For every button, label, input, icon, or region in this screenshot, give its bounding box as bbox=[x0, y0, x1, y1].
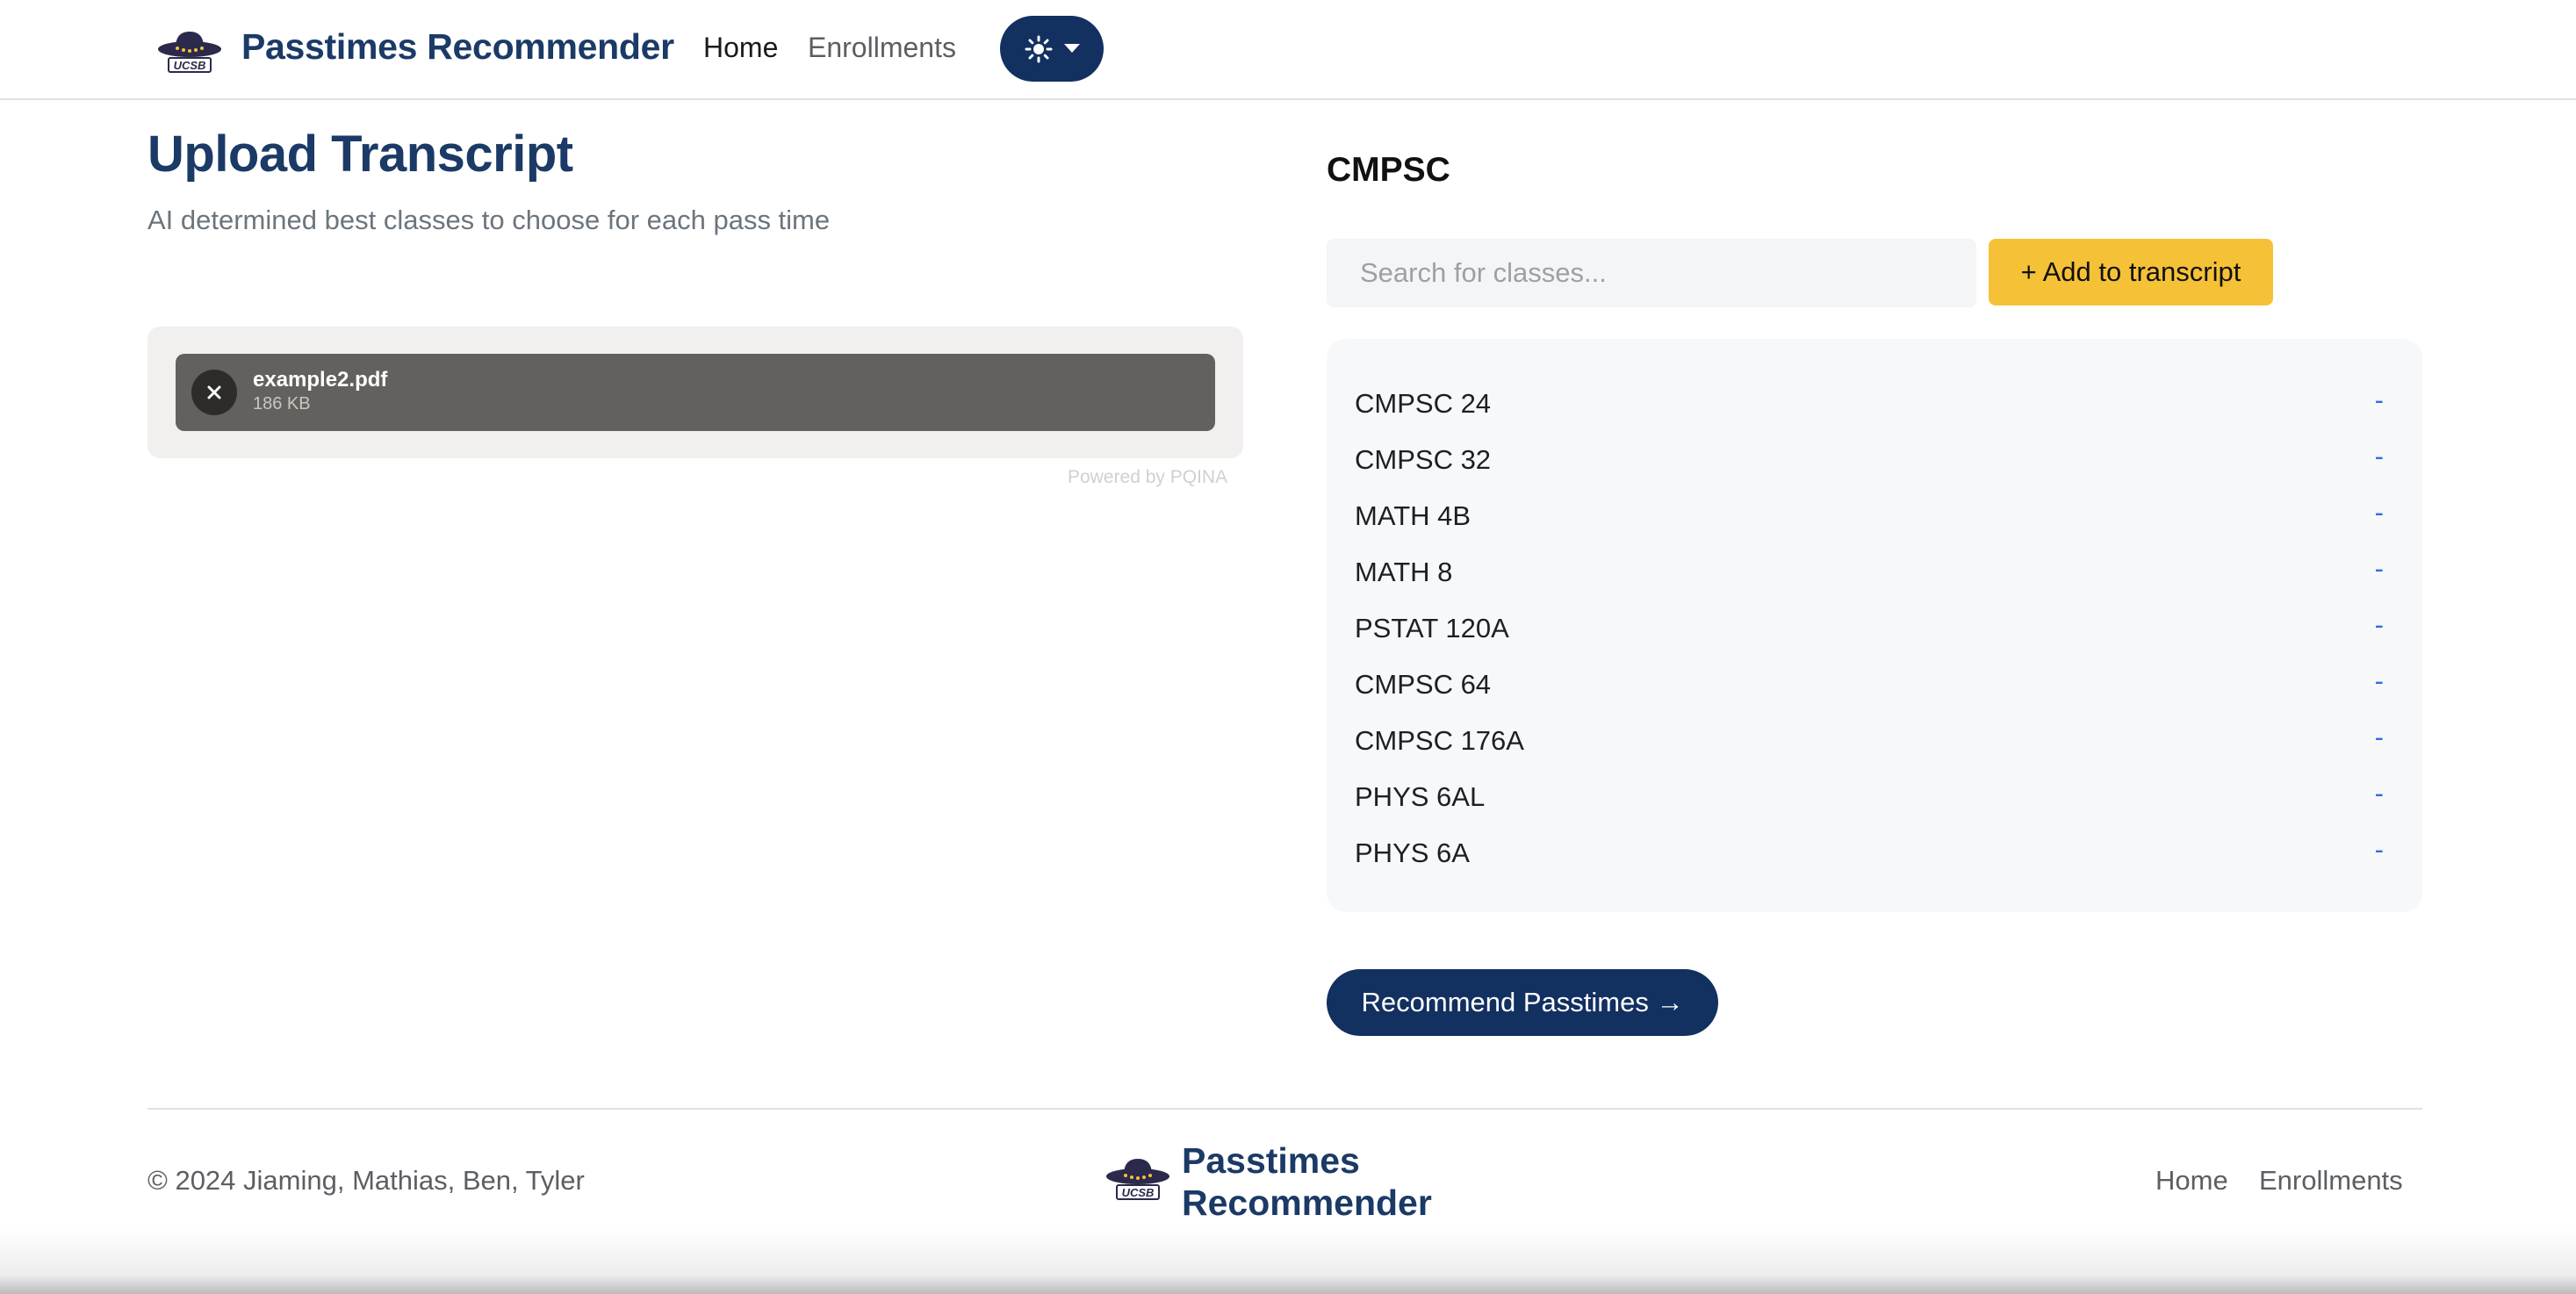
remove-class-button[interactable]: - bbox=[2371, 441, 2387, 472]
footer-brand-line2: Recommender bbox=[1182, 1183, 1432, 1223]
ucsb-hat-logo-icon[interactable]: UCSB bbox=[156, 28, 223, 75]
add-to-transcript-button[interactable]: + Add to transcript bbox=[1989, 239, 2273, 306]
footer-brand-line1: Passtimes bbox=[1182, 1140, 1360, 1181]
list-item: PHYS 6AL - bbox=[1355, 771, 2400, 823]
list-item: MATH 4B - bbox=[1355, 490, 2400, 543]
window-bottom-shadow bbox=[0, 1229, 2576, 1294]
class-list: CMPSC 24 - CMPSC 32 - MATH 4B - MATH 8 -… bbox=[1327, 339, 2422, 912]
footer-home-link[interactable]: Home bbox=[2155, 1165, 2228, 1197]
department-title: CMPSC bbox=[1327, 151, 1450, 189]
remove-class-button[interactable]: - bbox=[2371, 609, 2387, 641]
close-icon bbox=[207, 385, 221, 399]
class-name: CMPSC 32 bbox=[1355, 444, 1492, 475]
chevron-down-icon bbox=[1064, 44, 1080, 53]
nav-home-link[interactable]: Home bbox=[703, 32, 778, 64]
class-name: PHYS 6AL bbox=[1355, 781, 1486, 812]
footer-brand[interactable]: Passtimes Recommender bbox=[1182, 1139, 1463, 1224]
navbar: UCSB Passtimes Recommender Home Enrollme… bbox=[0, 0, 2576, 100]
footer-enrollments-link[interactable]: Enrollments bbox=[2259, 1165, 2403, 1197]
remove-class-button[interactable]: - bbox=[2371, 665, 2387, 697]
remove-class-button[interactable]: - bbox=[2371, 553, 2387, 585]
class-name: CMPSC 176A bbox=[1355, 725, 1524, 756]
class-name: PSTAT 120A bbox=[1355, 613, 1509, 643]
file-upload-dropzone[interactable]: example2.pdf 186 KB bbox=[148, 327, 1243, 458]
list-item: CMPSC 24 - bbox=[1355, 377, 2400, 430]
page-subtitle: AI determined best classes to choose for… bbox=[148, 205, 831, 235]
list-item: PSTAT 120A - bbox=[1355, 602, 2400, 655]
file-size: 186 KB bbox=[253, 394, 311, 413]
recommend-passtimes-button[interactable]: Recommend Passtimes → bbox=[1327, 969, 1718, 1036]
theme-toggle-button[interactable] bbox=[1000, 16, 1104, 82]
class-name: MATH 8 bbox=[1355, 557, 1453, 587]
footer-copyright: © 2024 Jiaming, Mathias, Ben, Tyler bbox=[148, 1165, 585, 1196]
list-item: CMPSC 64 - bbox=[1355, 658, 2400, 711]
class-name: CMPSC 64 bbox=[1355, 669, 1492, 700]
brand-name[interactable]: Passtimes Recommender bbox=[241, 26, 674, 68]
list-item: CMPSC 32 - bbox=[1355, 434, 2400, 486]
remove-class-button[interactable]: - bbox=[2371, 722, 2387, 753]
uploaded-file-item: example2.pdf 186 KB bbox=[176, 354, 1215, 431]
remove-class-button[interactable]: - bbox=[2371, 778, 2387, 809]
class-search-input[interactable] bbox=[1327, 239, 1976, 307]
svg-text:UCSB: UCSB bbox=[174, 59, 206, 72]
remove-file-button[interactable] bbox=[191, 370, 237, 415]
remove-class-button[interactable]: - bbox=[2371, 834, 2387, 866]
list-item: PHYS 6A - bbox=[1355, 827, 2400, 880]
nav-enrollments-link[interactable]: Enrollments bbox=[808, 32, 956, 64]
class-name: MATH 4B bbox=[1355, 500, 1471, 531]
page-title: Upload Transcript bbox=[148, 126, 573, 183]
ucsb-hat-logo-icon[interactable]: UCSB bbox=[1105, 1155, 1171, 1203]
powered-by-link[interactable]: Powered by PQINA bbox=[1068, 467, 1227, 488]
class-name: CMPSC 24 bbox=[1355, 388, 1492, 419]
sun-icon bbox=[1025, 35, 1053, 63]
class-name: PHYS 6A bbox=[1355, 838, 1470, 868]
footer-divider bbox=[148, 1108, 2422, 1110]
file-name: example2.pdf bbox=[253, 368, 388, 392]
list-item: MATH 8 - bbox=[1355, 546, 2400, 599]
list-item: CMPSC 176A - bbox=[1355, 715, 2400, 767]
remove-class-button[interactable]: - bbox=[2371, 385, 2387, 416]
svg-text:UCSB: UCSB bbox=[1122, 1186, 1155, 1199]
remove-class-button[interactable]: - bbox=[2371, 497, 2387, 528]
